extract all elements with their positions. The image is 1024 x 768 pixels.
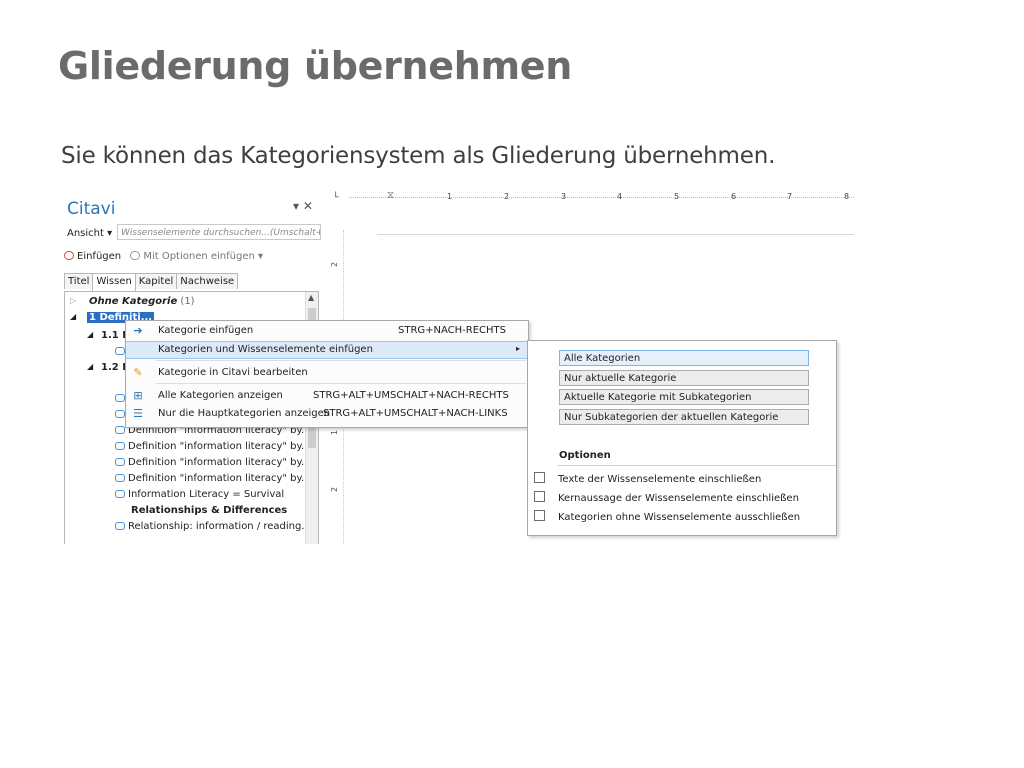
pane-tabs: Titel Wissen Kapitel Nachweise <box>64 273 239 291</box>
ruler-number: 5 <box>674 192 680 201</box>
tab-nachweise[interactable]: Nachweise <box>176 273 239 289</box>
citavi-pane-title: Citavi <box>67 199 116 219</box>
speech-bubble-icon <box>115 426 125 434</box>
knowledge-item[interactable]: Definition "information literacy" by... <box>115 457 311 468</box>
quote-options-icon <box>130 251 141 260</box>
all-categories-button[interactable]: Alle Kategorien <box>559 350 809 366</box>
view-menu-button[interactable]: Ansicht ▾ <box>67 228 112 239</box>
knowledge-item[interactable]: Definition "information literacy" by... <box>115 441 311 452</box>
indent-marker-icon[interactable]: ⧖ <box>387 190 394 201</box>
submenu-arrow-icon: ▸ <box>515 344 520 353</box>
knowledge-item-label: Definition "information literacy" by... <box>128 457 311 468</box>
pane-controls[interactable]: ▾ ✕ <box>293 199 313 213</box>
vruler-number: 2 <box>330 486 340 493</box>
menu-item-show-all-categories[interactable]: ⊞ Alle Kategorien anzeigen STRG+ALT+UMSC… <box>126 387 528 405</box>
knowledge-item-label: Definition "information literacy" by... <box>128 441 311 452</box>
context-menu: ➔ Kategorie einfügen STRG+NACH-RECHTS Ka… <box>125 320 529 428</box>
tree-expand-icon: ⊞ <box>133 389 143 402</box>
current-with-subcategories-button[interactable]: Aktuelle Kategorie mit Subkategorien <box>559 389 809 405</box>
insert-button[interactable]: Einfügen <box>64 251 121 262</box>
ruler-number: 8 <box>844 192 850 201</box>
ruler-number: 7 <box>787 192 793 201</box>
menu-item-label: Kategorie einfügen <box>158 325 254 336</box>
knowledge-item-label: Definition "information literacy" by... <box>128 473 311 484</box>
checkbox-label: Texte der Wissenselemente einschließen <box>558 474 762 485</box>
menu-item-label: Alle Kategorien anzeigen <box>158 390 283 401</box>
checkbox-include-texts[interactable]: Texte der Wissenselemente einschließen <box>534 472 761 488</box>
slide-title: Gliederung übernehmen <box>58 44 573 88</box>
expand-arrow-icon[interactable]: ◢ <box>87 330 93 339</box>
tab-stop-icon[interactable]: └ <box>333 193 338 203</box>
ruler-number: 1 <box>447 192 453 201</box>
collapse-arrow-icon[interactable]: ▷ <box>70 296 76 305</box>
checkbox-icon[interactable] <box>534 510 545 521</box>
menu-item-shortcut: STRG+NACH-RECHTS <box>398 325 507 336</box>
insert-label: Einfügen <box>77 251 122 262</box>
vruler-number: 2 <box>330 261 340 268</box>
ruler-number: 2 <box>504 192 510 201</box>
speech-bubble-icon <box>115 490 125 498</box>
quote-icon <box>64 251 74 260</box>
only-subcategories-button[interactable]: Nur Subkategorien der aktuellen Kategori… <box>559 409 809 425</box>
speech-bubble-icon <box>115 474 125 482</box>
search-input[interactable]: Wissenselemente durchsuchen...(Umschalt+… <box>117 224 321 240</box>
menu-item-edit-category[interactable]: ✎ Kategorie in Citavi bearbeiten <box>126 364 528 382</box>
knowledge-item-label: Information Literacy = Survival <box>128 489 285 500</box>
ruler-number: 4 <box>617 192 623 201</box>
knowledge-item[interactable]: Information Literacy = Survival <box>115 489 284 500</box>
menu-item-insert-category[interactable]: ➔ Kategorie einfügen STRG+NACH-RECHTS <box>126 322 528 340</box>
menu-item-label: Kategorie in Citavi bearbeiten <box>158 367 308 378</box>
menu-item-label: Kategorien und Wissenselemente einfügen <box>158 344 373 355</box>
scroll-up-icon[interactable]: ▲ <box>308 293 314 302</box>
ruler-number: 3 <box>561 192 567 201</box>
menu-item-insert-categories-knowledge[interactable]: Kategorien und Wissenselemente einfügen … <box>126 341 528 359</box>
pencil-icon: ✎ <box>133 366 143 379</box>
horizontal-ruler: └ ⧖ 1 2 3 4 5 6 7 8 <box>329 190 854 208</box>
knowledge-item-label: Relationship: information / reading... <box>128 521 311 532</box>
insert-toolbar: Einfügen Mit Optionen einfügen ▾ <box>64 251 263 262</box>
vruler-number: 1 <box>330 429 340 436</box>
expand-arrow-icon[interactable]: ◢ <box>87 362 93 371</box>
knowledge-item[interactable]: Relationship: information / reading... <box>115 521 311 532</box>
menu-item-label: Nur die Hauptkategorien anzeigen <box>158 408 331 419</box>
speech-bubble-icon <box>115 458 125 466</box>
speech-bubble-icon <box>115 522 125 530</box>
no-category-count: (1) <box>180 296 195 307</box>
tab-kapitel[interactable]: Kapitel <box>134 273 178 289</box>
relationships-heading[interactable]: Relationships & Differences <box>131 505 287 516</box>
list-icon: ☰ <box>133 407 143 420</box>
submenu: Alle Kategorien Nur aktuelle Kategorie A… <box>527 340 837 536</box>
insert-options-button[interactable]: Mit Optionen einfügen ▾ <box>130 251 263 262</box>
checkbox-label: Kategorien ohne Wissenselemente ausschli… <box>558 512 801 523</box>
current-category-button[interactable]: Nur aktuelle Kategorie <box>559 370 809 386</box>
tree-item-no-category[interactable]: Ohne Kategorie (1) <box>89 296 195 307</box>
arrow-right-icon: ➔ <box>133 324 143 337</box>
menu-item-show-main-categories[interactable]: ☰ Nur die Hauptkategorien anzeigen STRG+… <box>126 405 528 423</box>
screenshot: Citavi ▾ ✕ Ansicht ▾ Wissenselemente dur… <box>61 190 854 544</box>
expand-arrow-icon[interactable]: ◢ <box>70 312 76 321</box>
checkbox-include-core-statement[interactable]: Kernaussage der Wissenselemente einschli… <box>534 491 799 507</box>
checkbox-label: Kernaussage der Wissenselemente einschli… <box>558 493 799 504</box>
ruler-number: 6 <box>731 192 737 201</box>
checkbox-icon[interactable] <box>534 491 545 502</box>
slide-subtitle: Sie können das Kategoriensystem als Glie… <box>61 143 776 169</box>
menu-item-shortcut: STRG+ALT+UMSCHALT+NACH-RECHTS <box>313 390 509 401</box>
insert-options-label: Mit Optionen einfügen ▾ <box>143 251 264 262</box>
knowledge-item[interactable]: Definition "information literacy" by... <box>115 473 311 484</box>
no-category-label: Ohne Kategorie <box>89 296 178 307</box>
options-heading: Optionen <box>559 450 611 461</box>
menu-item-shortcut: STRG+ALT+UMSCHALT+NACH-LINKS <box>323 408 508 419</box>
checkbox-exclude-empty-categories[interactable]: Kategorien ohne Wissenselemente ausschli… <box>534 510 800 526</box>
checkbox-icon[interactable] <box>534 472 545 483</box>
speech-bubble-icon <box>115 442 125 450</box>
tab-titel[interactable]: Titel <box>64 273 94 289</box>
tab-wissen[interactable]: Wissen <box>92 273 136 291</box>
document-page-edge <box>377 234 854 235</box>
